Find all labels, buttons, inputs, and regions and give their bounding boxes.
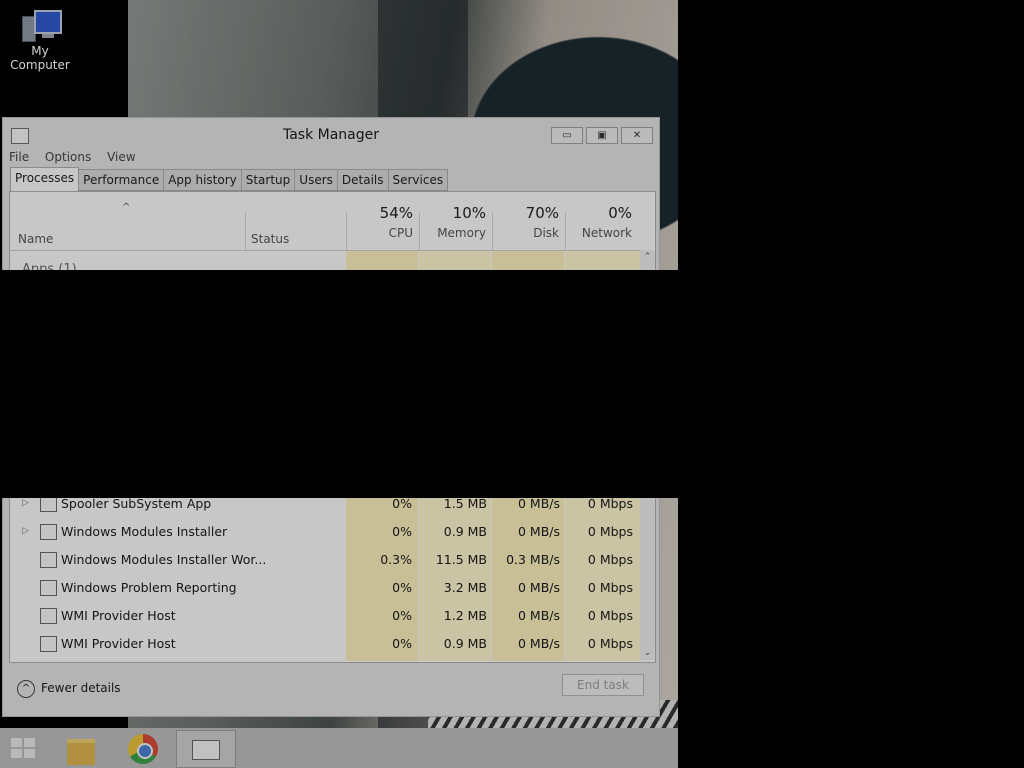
scroll-down-icon[interactable]: ⌄ bbox=[640, 648, 655, 658]
tab-app-history[interactable]: App history bbox=[164, 169, 242, 191]
process-cpu: 0% bbox=[392, 524, 412, 539]
process-cpu: 0% bbox=[392, 636, 412, 651]
tab-performance[interactable]: Performance bbox=[79, 169, 165, 191]
process-disk: 0 MB/s bbox=[517, 580, 560, 595]
network-label: Network bbox=[581, 226, 632, 240]
process-name: Spooler SubSystem App bbox=[61, 496, 212, 511]
process-row[interactable]: Windows Modules Installer Wor... 0.3% 11… bbox=[10, 546, 640, 574]
expand-icon[interactable]: ▷ bbox=[22, 498, 29, 508]
memory-percent: 10% bbox=[452, 204, 486, 222]
process-name: Windows Modules Installer Wor... bbox=[61, 552, 267, 567]
process-network: 0 Mbps bbox=[587, 524, 633, 539]
process-memory: 3.2 MB bbox=[443, 580, 487, 595]
my-computer-shortcut[interactable]: My Computer bbox=[0, 6, 80, 72]
menu-options[interactable]: Options bbox=[45, 150, 91, 164]
network-percent: 0% bbox=[608, 204, 632, 222]
process-disk: 0 MB/s bbox=[517, 524, 560, 539]
my-computer-label: My Computer bbox=[10, 44, 70, 72]
printer-icon bbox=[40, 496, 57, 512]
process-cpu: 0% bbox=[392, 608, 412, 623]
sort-ascending-icon: ^ bbox=[122, 202, 131, 213]
taskbar-file-explorer[interactable] bbox=[60, 730, 102, 766]
process-name: WMI Provider Host bbox=[61, 608, 176, 623]
process-cpu: 0% bbox=[392, 496, 412, 511]
wmi-icon bbox=[40, 608, 57, 624]
process-row[interactable]: WMI Provider Host 0% 0.9 MB 0 MB/s 0 Mbp… bbox=[10, 630, 640, 658]
minimize-button[interactable]: ▭ bbox=[551, 127, 583, 144]
file-explorer-icon bbox=[67, 739, 95, 765]
wmi-icon bbox=[40, 636, 57, 652]
title-bar[interactable]: Task Manager ▭ ▣ ✕ bbox=[3, 118, 659, 150]
tab-users[interactable]: Users bbox=[295, 169, 338, 191]
column-header: ^ Name Status 54% CPU 10% Memory 70% Dis… bbox=[10, 192, 655, 251]
disk-label: Disk bbox=[533, 226, 559, 240]
process-network: 0 Mbps bbox=[587, 636, 633, 651]
menu-file[interactable]: File bbox=[9, 150, 29, 164]
process-network: 0 Mbps bbox=[587, 608, 633, 623]
process-memory: 11.5 MB bbox=[435, 552, 487, 567]
tab-strip: Processes Performance App history Startu… bbox=[10, 167, 449, 191]
installer-icon bbox=[40, 552, 57, 568]
close-button[interactable]: ✕ bbox=[621, 127, 653, 144]
desktop: My Computer Task Manager ▭ ▣ ✕ File Opti… bbox=[0, 0, 678, 768]
process-disk: 0.3 MB/s bbox=[506, 552, 560, 567]
process-memory: 0.9 MB bbox=[443, 524, 487, 539]
process-name: Windows Problem Reporting bbox=[61, 580, 237, 595]
process-disk: 0 MB/s bbox=[517, 496, 560, 511]
chevron-up-icon: ^ bbox=[17, 679, 35, 698]
start-button[interactable] bbox=[2, 730, 44, 766]
column-name[interactable]: Name bbox=[18, 232, 53, 246]
fewer-details-button[interactable]: ^ Fewer details bbox=[17, 678, 121, 698]
tab-details[interactable]: Details bbox=[337, 169, 389, 191]
process-network: 0 Mbps bbox=[587, 580, 633, 595]
maximize-button[interactable]: ▣ bbox=[586, 127, 618, 144]
scroll-up-icon[interactable]: ⌃ bbox=[640, 252, 655, 262]
process-row[interactable]: Windows Problem Reporting 0% 3.2 MB 0 MB… bbox=[10, 574, 640, 602]
process-cpu: 0% bbox=[392, 580, 412, 595]
process-memory: 0.9 MB bbox=[443, 636, 487, 651]
column-status[interactable]: Status bbox=[251, 232, 289, 246]
problem-reporting-icon bbox=[40, 580, 57, 596]
end-task-button[interactable]: End task bbox=[562, 674, 644, 696]
process-memory: 1.5 MB bbox=[443, 496, 487, 511]
tab-startup[interactable]: Startup bbox=[241, 169, 296, 191]
process-row[interactable]: ▷ Windows Modules Installer 0% 0.9 MB 0 … bbox=[10, 518, 640, 546]
disk-percent: 70% bbox=[525, 204, 559, 222]
obscured-region bbox=[0, 270, 678, 498]
cpu-label: CPU bbox=[388, 226, 413, 240]
process-cpu: 0.3% bbox=[380, 552, 412, 567]
process-name: Windows Modules Installer bbox=[61, 524, 228, 539]
tab-services[interactable]: Services bbox=[388, 169, 449, 191]
menu-bar: File Options View bbox=[9, 150, 148, 168]
column-disk[interactable]: 70% Disk bbox=[492, 204, 565, 248]
tab-processes[interactable]: Processes bbox=[10, 167, 80, 191]
computer-icon bbox=[20, 8, 62, 42]
process-memory: 1.2 MB bbox=[443, 608, 487, 623]
task-manager-icon bbox=[192, 740, 220, 760]
process-disk: 0 MB/s bbox=[517, 636, 560, 651]
column-network[interactable]: 0% Network bbox=[565, 204, 638, 248]
fewer-details-label: Fewer details bbox=[41, 681, 121, 695]
process-network: 0 Mbps bbox=[587, 552, 633, 567]
windows-start-icon bbox=[11, 738, 35, 758]
column-cpu[interactable]: 54% CPU bbox=[346, 204, 419, 248]
process-row[interactable]: WMI Provider Host 0% 1.2 MB 0 MB/s 0 Mbp… bbox=[10, 602, 640, 630]
process-name: WMI Provider Host bbox=[61, 636, 176, 651]
cpu-percent: 54% bbox=[379, 204, 413, 222]
process-network: 0 Mbps bbox=[587, 496, 633, 511]
memory-label: Memory bbox=[437, 226, 486, 240]
taskbar-chrome[interactable] bbox=[120, 730, 162, 766]
menu-view[interactable]: View bbox=[107, 150, 135, 164]
expand-icon[interactable]: ▷ bbox=[22, 526, 29, 536]
installer-icon bbox=[40, 524, 57, 540]
taskbar-task-manager[interactable] bbox=[176, 730, 236, 768]
process-disk: 0 MB/s bbox=[517, 608, 560, 623]
column-memory[interactable]: 10% Memory bbox=[419, 204, 492, 248]
footer: ^ Fewer details End task bbox=[3, 666, 659, 714]
taskbar bbox=[0, 728, 678, 768]
